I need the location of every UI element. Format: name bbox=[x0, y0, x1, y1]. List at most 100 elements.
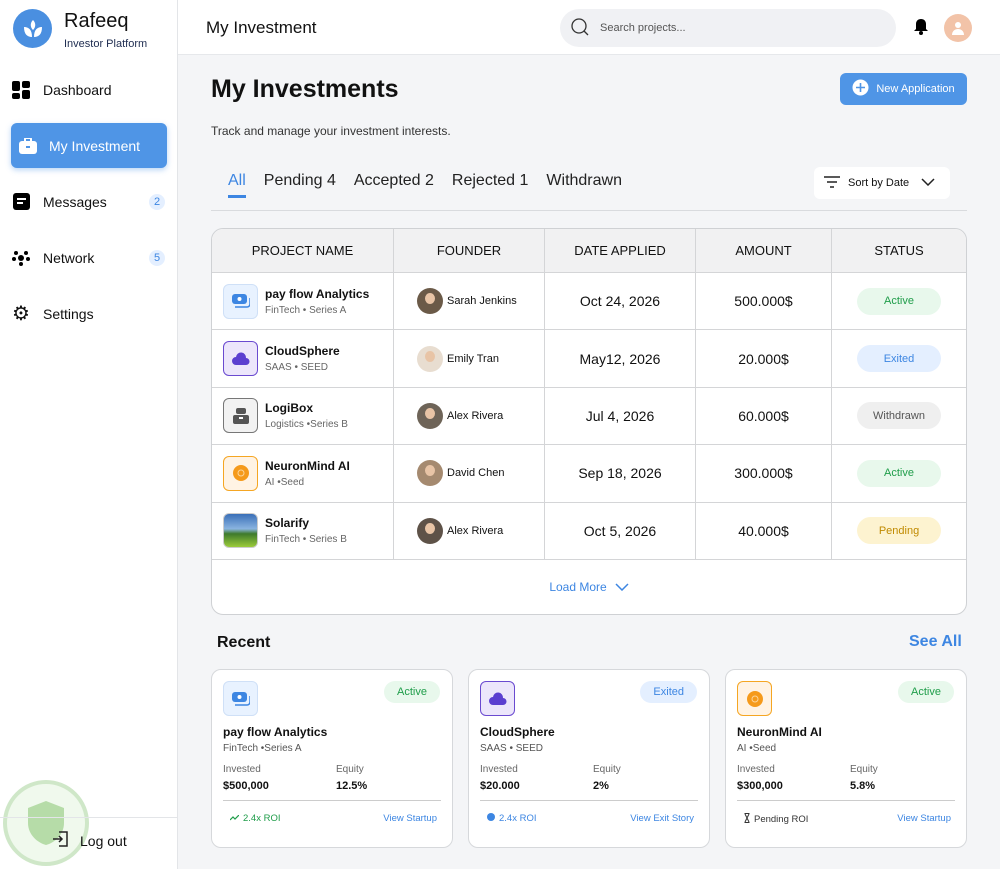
project-category: FinTech • Series A bbox=[265, 304, 347, 316]
table-row[interactable]: NeuronMind AI AI •Seed David Chen Sep 18,… bbox=[212, 445, 966, 503]
amount: 20.000$ bbox=[738, 350, 789, 367]
project-name[interactable]: NeuronMind AI bbox=[265, 459, 350, 473]
status-badge: Active bbox=[857, 287, 941, 315]
table-row[interactable]: Solarify FinTech • Series B Alex Rivera O… bbox=[212, 502, 966, 560]
date-applied: Jul 4, 2026 bbox=[585, 407, 655, 424]
sort-label: Sort by Date bbox=[848, 177, 910, 189]
logout-button[interactable]: Log out bbox=[52, 830, 127, 851]
search-placeholder: Search projects... bbox=[600, 22, 686, 34]
messages-badge: 2 bbox=[149, 193, 165, 210]
recent-card[interactable]: Active NeuronMind AI AI •Seed Invested E… bbox=[725, 669, 967, 848]
table-row[interactable]: pay flow Analytics FinTech • Series A Sar… bbox=[212, 273, 966, 331]
roi-icon bbox=[487, 813, 495, 824]
chevron-down-icon bbox=[615, 580, 629, 594]
col-founder: FOUNDER bbox=[394, 229, 545, 272]
cloud-icon bbox=[223, 341, 258, 377]
gear-icon: ⚙ bbox=[12, 303, 30, 325]
col-project: PROJECT NAME bbox=[212, 229, 394, 272]
neuron-icon bbox=[223, 455, 258, 491]
roi-info: 2.4x ROI bbox=[487, 813, 537, 824]
table-row[interactable]: LogiBox Logistics •Series B Alex Rivera J… bbox=[212, 387, 966, 446]
recent-card[interactable]: Active pay flow Analytics FinTech •Serie… bbox=[211, 669, 453, 848]
divider bbox=[480, 800, 698, 801]
top-header: My Investment Search projects... bbox=[178, 0, 1000, 55]
page-subtitle: Track and manage your investment interes… bbox=[211, 124, 451, 138]
brand-name: Rafeeq bbox=[64, 10, 129, 32]
table-row[interactable]: CloudSphere SAAS • SEED Emily Tran May12,… bbox=[212, 330, 966, 388]
see-all-link[interactable]: See All bbox=[909, 633, 962, 651]
founder-avatar bbox=[417, 288, 443, 315]
amount: 60.000$ bbox=[738, 407, 789, 424]
neuron-icon bbox=[737, 681, 772, 716]
founder-name: Sarah Jenkins bbox=[447, 295, 517, 308]
load-more-button[interactable]: Load More bbox=[212, 560, 966, 614]
status-badge: Pending bbox=[857, 517, 941, 545]
card-link[interactable]: View Exit Story bbox=[630, 813, 694, 824]
avatar[interactable] bbox=[944, 14, 972, 42]
project-name[interactable]: pay flow Analytics bbox=[265, 287, 369, 301]
network-icon bbox=[12, 249, 30, 267]
invested-label: Invested bbox=[737, 764, 775, 775]
project-name[interactable]: LogiBox bbox=[265, 401, 348, 415]
sidebar-item-settings[interactable]: ⚙ Settings bbox=[11, 291, 167, 336]
status-badge: Active bbox=[857, 459, 941, 487]
roi-icon bbox=[744, 813, 750, 826]
sidebar-item-my-investment[interactable]: My Investment bbox=[11, 123, 167, 168]
equity-value: 5.8% bbox=[850, 780, 876, 792]
status-badge: Active bbox=[384, 681, 440, 703]
founder-avatar bbox=[417, 402, 443, 429]
briefcase-icon bbox=[19, 137, 37, 155]
bell-icon[interactable] bbox=[914, 18, 928, 40]
card-project-name: NeuronMind AI bbox=[737, 725, 822, 739]
tab-accepted[interactable]: Accepted 2 bbox=[354, 172, 434, 198]
divider bbox=[0, 817, 177, 818]
recent-card[interactable]: Exited CloudSphere SAAS • SEED Invested … bbox=[468, 669, 710, 848]
logout-icon bbox=[52, 830, 70, 851]
sidebar-item-messages[interactable]: Messages 2 bbox=[11, 179, 167, 224]
card-category: AI •Seed bbox=[737, 743, 777, 754]
sidebar-item-dashboard[interactable]: Dashboard bbox=[11, 67, 167, 112]
divider bbox=[211, 210, 967, 211]
founder-name: Emily Tran bbox=[447, 352, 499, 365]
sidebar-item-network[interactable]: Network 5 bbox=[11, 235, 167, 280]
new-application-button[interactable]: New Application bbox=[840, 73, 967, 105]
founder-avatar bbox=[417, 517, 443, 544]
sidebar: Rafeeq Investor Platform Dashboard My In… bbox=[0, 0, 178, 869]
founder-name: David Chen bbox=[447, 467, 505, 480]
roi-label: 2.4x ROI bbox=[243, 813, 281, 824]
status-badge: Exited bbox=[857, 345, 941, 373]
invested-value: $20.000 bbox=[480, 780, 520, 792]
network-badge: 5 bbox=[149, 249, 165, 266]
card-project-name: CloudSphere bbox=[480, 725, 555, 739]
card-link[interactable]: View Startup bbox=[897, 813, 951, 824]
equity-label: Equity bbox=[850, 764, 878, 775]
solar-image bbox=[223, 513, 258, 549]
cloud-icon bbox=[480, 681, 515, 716]
tab-all[interactable]: All bbox=[228, 172, 246, 198]
message-icon bbox=[12, 193, 30, 211]
sidebar-item-label: Network bbox=[43, 249, 95, 266]
col-status: STATUS bbox=[874, 243, 924, 258]
project-category: AI •Seed bbox=[265, 476, 305, 488]
status-badge: Withdrawn bbox=[857, 402, 941, 430]
sort-dropdown[interactable]: Sort by Date bbox=[814, 167, 950, 199]
tab-pending[interactable]: Pending 4 bbox=[264, 172, 336, 198]
header-title: My Investment bbox=[206, 18, 317, 37]
tab-withdrawn[interactable]: Withdrawn bbox=[546, 172, 622, 198]
invested-value: $300,000 bbox=[737, 780, 783, 792]
watermark-logo bbox=[3, 780, 89, 866]
equity-value: 2% bbox=[593, 780, 609, 792]
tab-rejected[interactable]: Rejected 1 bbox=[452, 172, 529, 198]
roi-info: Pending ROI bbox=[744, 813, 808, 826]
founder-avatar bbox=[417, 345, 443, 372]
search-icon bbox=[571, 17, 589, 39]
chevron-down-icon bbox=[921, 177, 935, 189]
search-input[interactable]: Search projects... bbox=[560, 9, 896, 47]
card-category: FinTech •Series A bbox=[223, 743, 302, 754]
card-link[interactable]: View Startup bbox=[383, 813, 437, 824]
project-name[interactable]: Solarify bbox=[265, 516, 347, 530]
table-header: PROJECT NAME FOUNDER DATE APPLIED AMOUNT… bbox=[212, 229, 966, 273]
project-name[interactable]: CloudSphere bbox=[265, 344, 340, 358]
plus-circle-icon bbox=[852, 79, 869, 99]
new-application-label: New Application bbox=[876, 83, 955, 95]
